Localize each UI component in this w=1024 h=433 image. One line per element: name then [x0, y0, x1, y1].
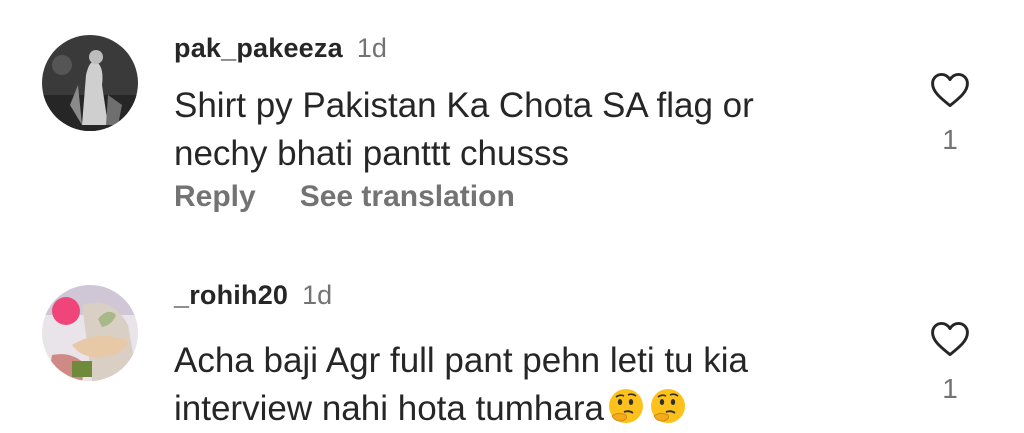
comment-text: Acha baji Agr full pant pehn leti tu kia…	[174, 337, 894, 433]
comment-time: 1d	[302, 280, 333, 310]
comment-header: pak_pakeeza 1d	[174, 33, 387, 64]
username[interactable]: pak_pakeeza	[174, 33, 343, 64]
reply-button[interactable]: Reply	[174, 180, 256, 214]
username[interactable]: _rohih20	[174, 280, 288, 311]
thinking-face-emoji-icon	[648, 386, 688, 426]
comment-actions: Reply See translation	[174, 180, 515, 214]
comment-item: pak_pakeeza 1d Shirt py Pakistan Ka Chot…	[0, 0, 1024, 230]
comment-time: 1d	[356, 33, 387, 63]
thinking-face-emoji-icon	[606, 386, 646, 426]
like-count: 1	[942, 373, 958, 404]
comment-item: _rohih20 1d Acha baji Agr full pant pehn…	[0, 255, 1024, 428]
heart-outline-icon[interactable]	[928, 317, 972, 361]
avatar-image	[42, 285, 138, 381]
see-translation-button[interactable]: See translation	[300, 180, 515, 214]
like-count: 1	[942, 124, 958, 155]
comment-text: Shirt py Pakistan Ka Chota SA flag or ne…	[174, 86, 754, 173]
avatar[interactable]	[42, 35, 138, 131]
comment-header: _rohih20 1d	[174, 280, 332, 311]
heart-outline-icon[interactable]	[928, 68, 972, 112]
avatar[interactable]	[42, 285, 138, 381]
avatar-image	[42, 35, 138, 131]
